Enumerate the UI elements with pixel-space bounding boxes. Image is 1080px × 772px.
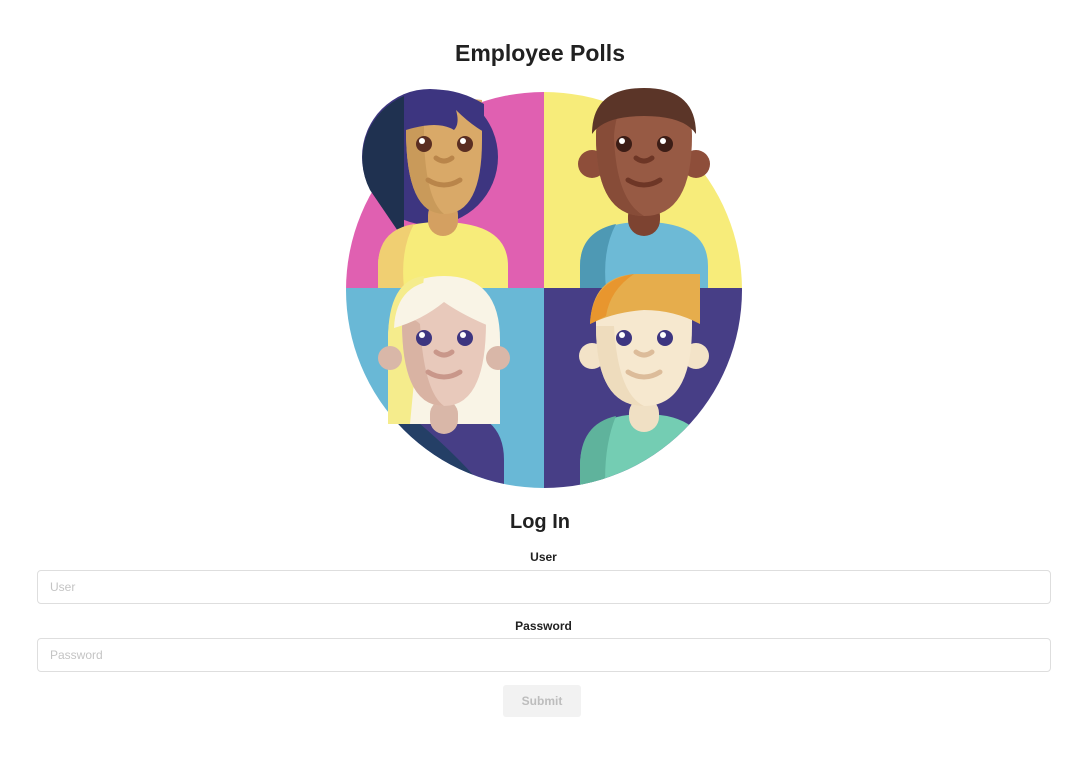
user-input[interactable] [37, 570, 1051, 604]
employee-avatars-illustration [344, 80, 744, 488]
login-page: Employee Polls Log In User User Password… [0, 0, 1080, 772]
avatar-woman-dark-hair [362, 89, 508, 288]
avatar-woman-blonde [378, 276, 510, 488]
submit-button[interactable]: Submit [503, 685, 581, 717]
app-title: Employee Polls [454, 40, 625, 66]
user-label: User [530, 550, 557, 564]
password-input[interactable] [37, 638, 1051, 672]
employee-avatars-icon [346, 88, 742, 488]
login-heading: Log In [510, 511, 570, 533]
password-label: Password [515, 619, 572, 633]
